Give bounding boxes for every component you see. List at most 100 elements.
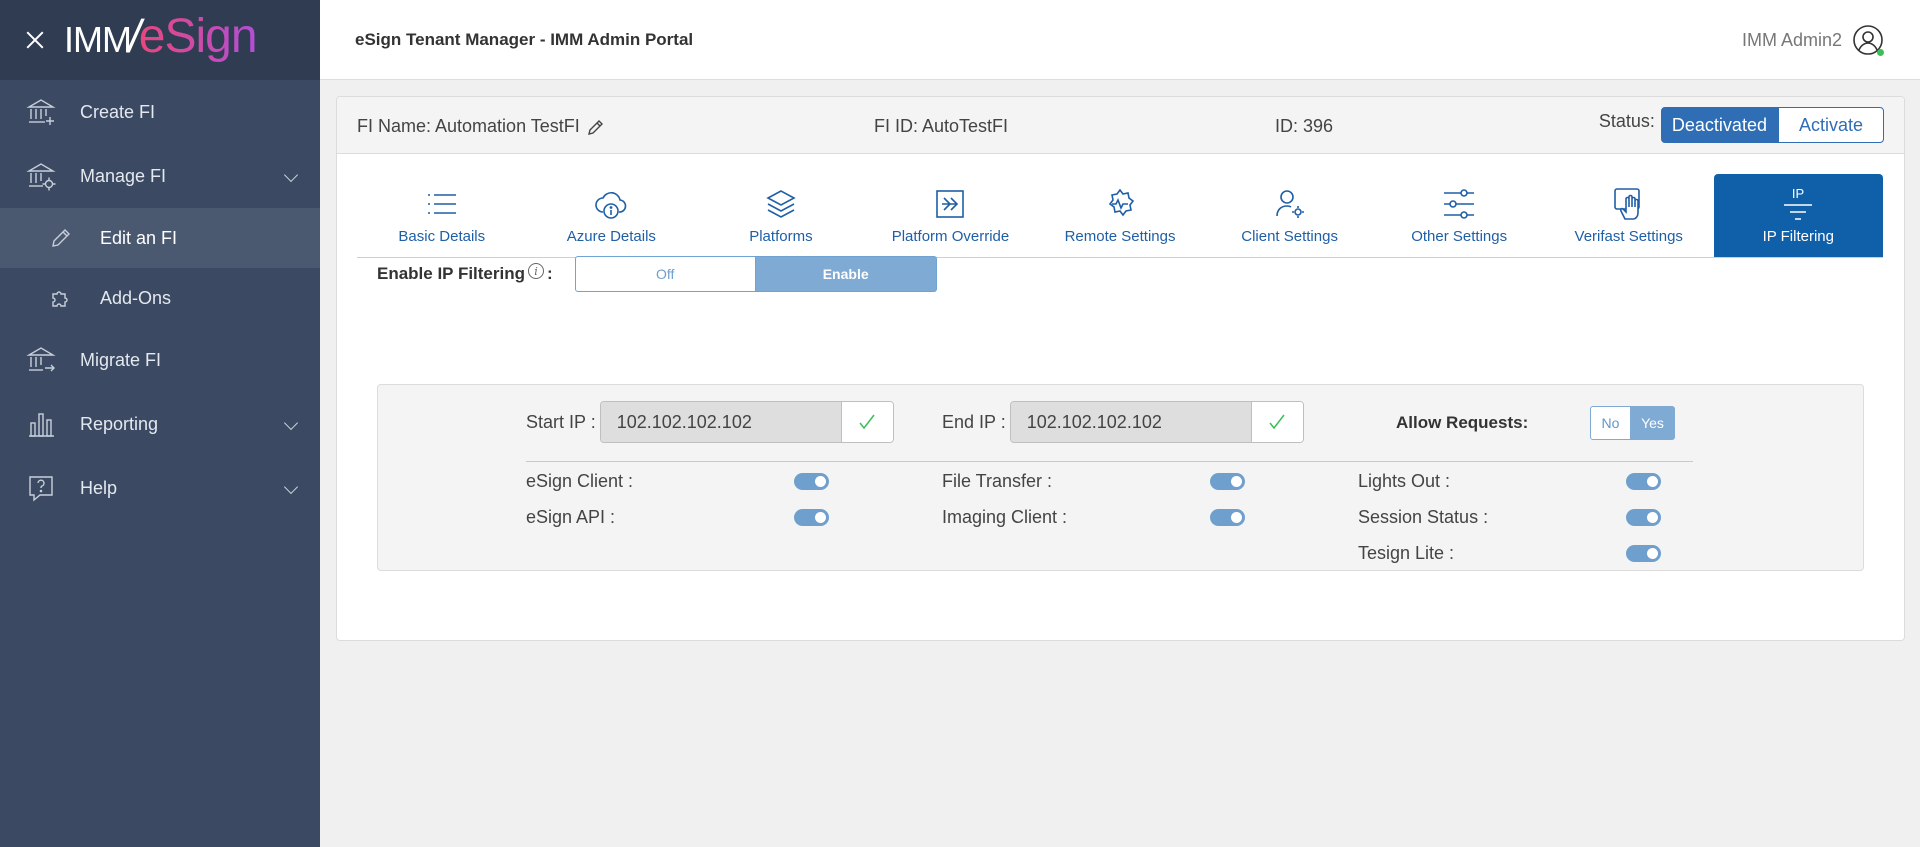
- chevron-down-icon: [283, 167, 299, 183]
- info-icon[interactable]: i: [528, 263, 544, 279]
- tab-platforms[interactable]: Platforms: [696, 174, 866, 257]
- allow-no-button[interactable]: No: [1590, 406, 1631, 440]
- ip-filter-icon: IP: [1781, 186, 1815, 222]
- hand-icon: [1613, 186, 1645, 222]
- tab-label: Basic Details: [398, 228, 486, 245]
- fi-card: FI Name: Automation TestFI FI ID: AutoTe…: [336, 96, 1905, 641]
- sliders-icon: [1442, 186, 1476, 222]
- check-icon[interactable]: [1251, 402, 1303, 442]
- start-ip-group: Start IP :: [526, 401, 894, 443]
- gear-signal-icon: [1103, 186, 1137, 222]
- user-gear-icon: [1274, 186, 1306, 222]
- ip-filtering-enable-button[interactable]: Enable: [755, 256, 937, 292]
- tab-label: Client Settings: [1241, 228, 1338, 245]
- logo: IMM / eSign: [64, 9, 258, 64]
- brand-bar: IMM / eSign: [0, 0, 320, 80]
- toggle-label: Imaging Client :: [942, 507, 1068, 527]
- sidebar-item-help[interactable]: Help: [0, 456, 320, 520]
- sidebar-item-label: Manage FI: [80, 165, 167, 186]
- toggle-label: File Transfer :: [942, 471, 1053, 491]
- tab-client-settings[interactable]: Client Settings: [1205, 174, 1375, 257]
- end-ip-label: End IP :: [942, 411, 1006, 432]
- sidebar-item-label: Add-Ons: [100, 287, 172, 308]
- start-ip-label: Start IP :: [526, 411, 596, 432]
- lights-out-toggle[interactable]: [1626, 473, 1661, 490]
- logo-imm: IMM: [64, 18, 132, 60]
- header: eSign Tenant Manager - IMM Admin Portal …: [320, 0, 1920, 80]
- tesign-lite-toggle[interactable]: [1626, 545, 1661, 562]
- tab-platform-override[interactable]: Platform Override: [866, 174, 1036, 257]
- toggle-row-file-transfer: File Transfer :: [942, 471, 1245, 492]
- ip-filtering-off-button[interactable]: Off: [574, 256, 756, 292]
- activate-button[interactable]: Activate: [1777, 107, 1884, 143]
- layers-icon: [765, 186, 797, 222]
- sidebar-item-reporting[interactable]: Reporting: [0, 392, 320, 456]
- bar-chart-icon: [26, 409, 56, 439]
- toggle-row-esign-client: eSign Client :: [526, 471, 829, 492]
- enable-ip-filtering-row: Enable IP Filtering i : Off Enable: [377, 256, 937, 292]
- user-menu[interactable]: IMM Admin2: [1742, 24, 1884, 56]
- toggle-row-esign-api: eSign API :: [526, 507, 829, 528]
- esign-client-toggle[interactable]: [794, 473, 829, 490]
- tab-label: Platform Override: [891, 228, 1010, 245]
- sidebar-item-edit-fi[interactable]: Edit an FI: [0, 208, 320, 268]
- toggle-label: Session Status :: [1358, 507, 1489, 527]
- cloud-info-icon: [594, 186, 628, 222]
- toggle-row-session-status: Session Status :: [1358, 507, 1661, 528]
- ip-icon-text: IP: [1792, 186, 1804, 201]
- sidebar-item-manage-fi[interactable]: Manage FI: [0, 144, 320, 208]
- end-ip-input[interactable]: [1010, 402, 1252, 442]
- sidebar-item-label: Create FI: [80, 101, 156, 122]
- sidebar-item-add-ons[interactable]: Add-Ons: [0, 268, 320, 328]
- user-avatar-icon[interactable]: [1852, 24, 1884, 56]
- file-transfer-toggle[interactable]: [1210, 473, 1245, 490]
- sidebar-item-create-fi[interactable]: Create FI: [0, 80, 320, 144]
- toggle-label: eSign API :: [526, 507, 616, 527]
- tab-basic-details[interactable]: Basic Details: [357, 174, 527, 257]
- toggle-row-imaging-client: Imaging Client :: [942, 507, 1245, 528]
- list-icon: [426, 186, 458, 222]
- sidebar-item-migrate-fi[interactable]: Migrate FI: [0, 328, 320, 392]
- imaging-client-toggle[interactable]: [1210, 509, 1245, 526]
- check-icon[interactable]: [841, 402, 893, 442]
- tab-verifast-settings[interactable]: Verifast Settings: [1544, 174, 1714, 257]
- edit-pencil-icon[interactable]: [586, 117, 606, 137]
- tab-remote-settings[interactable]: Remote Settings: [1035, 174, 1205, 257]
- bank-arrow-icon: [26, 345, 56, 375]
- end-ip-group: End IP :: [942, 401, 1304, 443]
- fi-info-bar: FI Name: Automation TestFI FI ID: AutoTe…: [337, 97, 1904, 154]
- tab-ip-filtering[interactable]: IP IP Filtering: [1713, 174, 1884, 257]
- user-name: IMM Admin2: [1741, 29, 1842, 50]
- toggle-row-lights-out: Lights Out :: [1358, 471, 1661, 492]
- bank-plus-icon: [26, 97, 56, 127]
- deactivated-button[interactable]: Deactivated: [1660, 107, 1778, 143]
- sidebar-item-label: Migrate FI: [80, 349, 162, 370]
- tab-label: Other Settings: [1411, 228, 1508, 245]
- toggle-label: Lights Out :: [1358, 471, 1451, 491]
- tab-label: Verifast Settings: [1574, 228, 1683, 245]
- arrow-box-icon: [934, 186, 966, 222]
- sidebar: IMM / eSign Create FI Manage FI Edit an FI…: [0, 0, 320, 847]
- allow-requests-label: Allow Requests:: [1396, 413, 1529, 432]
- allow-yes-button[interactable]: Yes: [1631, 406, 1675, 440]
- fi-numeric-id: ID: 396: [1275, 116, 1334, 136]
- allow-requests-toggle: No Yes: [1590, 406, 1675, 440]
- end-ip-field: [1009, 401, 1304, 443]
- fi-name: FI Name: Automation TestFI: [357, 116, 606, 137]
- tab-label: IP Filtering: [1762, 228, 1834, 245]
- status-label: Status:: [1598, 110, 1655, 131]
- help-bubble-icon: [26, 473, 56, 503]
- settings-tabs: Basic Details Azure Details Platforms Pl…: [357, 174, 1884, 258]
- sidebar-item-label: Help: [80, 477, 118, 498]
- tab-label: Remote Settings: [1064, 228, 1176, 245]
- session-status-toggle[interactable]: [1626, 509, 1661, 526]
- start-ip-input[interactable]: [600, 402, 842, 442]
- sidebar-item-label: Edit an FI: [100, 227, 178, 248]
- tab-azure-details[interactable]: Azure Details: [527, 174, 697, 257]
- fi-name-text: FI Name: Automation TestFI: [357, 116, 580, 136]
- tab-other-settings[interactable]: Other Settings: [1374, 174, 1544, 257]
- close-icon[interactable]: [24, 29, 46, 51]
- esign-api-toggle[interactable]: [794, 509, 829, 526]
- tab-label: Azure Details: [566, 228, 656, 245]
- toggle-label: Tesign Lite :: [1358, 543, 1455, 563]
